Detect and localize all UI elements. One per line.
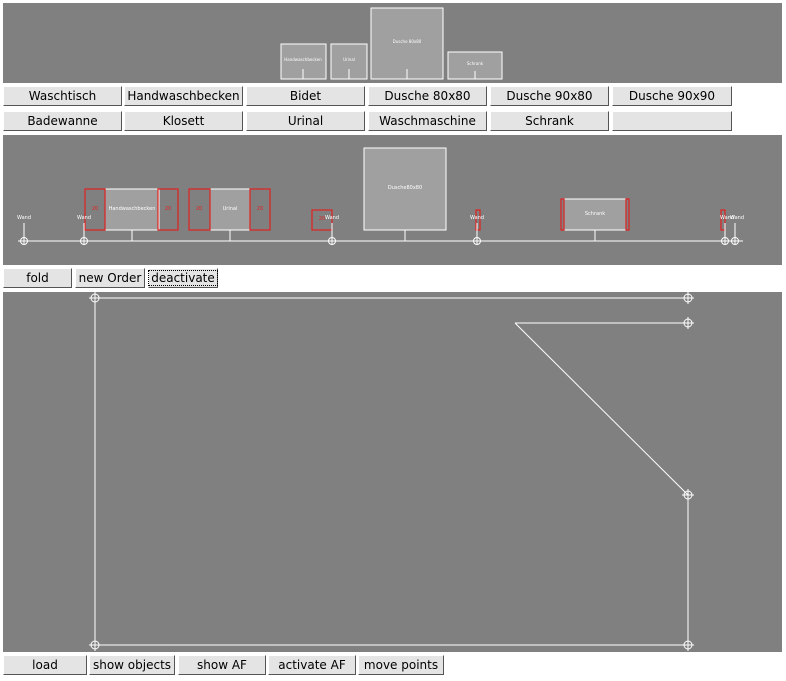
wall-label: Wand [325,215,339,221]
wall-layout-canvas[interactable]: Handwaschbecken 20 20 Urinal 20 20 20 Du… [3,135,782,265]
wall-object-schrank[interactable]: Schrank [560,198,630,241]
badewanne-button[interactable]: Badewanne [3,111,122,131]
svg-text:20: 20 [196,206,202,212]
svg-text:20: 20 [165,206,171,212]
room-point-markers[interactable] [89,292,694,651]
fold-button[interactable]: fold [3,268,72,288]
preview-urinal[interactable]: Urinal [330,43,368,80]
preview-label: Handwaschbecken [284,57,322,62]
svg-text:Urinal: Urinal [223,206,238,212]
floor-plan-panel [3,292,782,652]
svg-text:Dusche80x80: Dusche80x80 [388,185,422,191]
deactivate-button[interactable]: deactivate [148,268,218,288]
svg-text:20: 20 [257,206,263,212]
wall-label: Wand [17,215,31,221]
preview-label: Schrank [467,61,484,66]
dusche-90x90-button[interactable]: Dusche 90x90 [612,86,732,106]
svg-text:Schrank: Schrank [585,211,605,217]
wall-label: Wand [730,215,744,221]
object-preview-panel: Handwaschbecken Urinal Dusche 80x80 Schr… [3,3,782,83]
klosett-button[interactable]: Klosett [124,111,243,131]
empty-button[interactable] [612,111,732,131]
preview-handwaschbecken[interactable]: Handwaschbecken [280,43,327,80]
svg-text:Handwaschbecken: Handwaschbecken [109,206,156,212]
wall-object-urinal[interactable]: Urinal 20 20 [188,188,271,241]
wall-object-handwaschbecken[interactable]: Handwaschbecken 20 20 [84,188,179,241]
room-outline [94,297,689,646]
waschtisch-button[interactable]: Waschtisch [3,86,122,106]
dusche-90x80-button[interactable]: Dusche 90x80 [490,86,609,106]
wall-label: Wand [470,215,484,221]
move-points-button[interactable]: move points [358,655,444,675]
urinal-button[interactable]: Urinal [246,111,365,131]
schrank-button[interactable]: Schrank [490,111,609,131]
wall-label: Wand [77,215,91,221]
svg-text:20: 20 [92,206,98,212]
wall-layout-panel: Handwaschbecken 20 20 Urinal 20 20 20 Du… [3,135,782,265]
preview-schrank[interactable]: Schrank [447,51,503,80]
bidet-button[interactable]: Bidet [246,86,365,106]
activate-af-button[interactable]: activate AF [268,655,356,675]
new-order-button[interactable]: new Order [75,268,145,288]
show-objects-button[interactable]: show objects [89,655,175,675]
show-af-button[interactable]: show AF [178,655,266,675]
waschmaschine-button[interactable]: Waschmaschine [368,111,487,131]
preview-label: Urinal [343,57,355,62]
dusche-80x80-button[interactable]: Dusche 80x80 [368,86,487,106]
preview-label: Dusche 80x80 [393,39,422,44]
preview-dusche[interactable]: Dusche 80x80 [370,7,444,80]
load-button[interactable]: load [3,655,87,675]
object-preview-canvas: Handwaschbecken Urinal Dusche 80x80 Schr… [280,7,503,80]
handwaschbecken-button[interactable]: Handwaschbecken [124,86,243,106]
wall-object-dusche[interactable]: Dusche80x80 [363,147,447,241]
floor-plan-canvas[interactable] [3,292,782,652]
